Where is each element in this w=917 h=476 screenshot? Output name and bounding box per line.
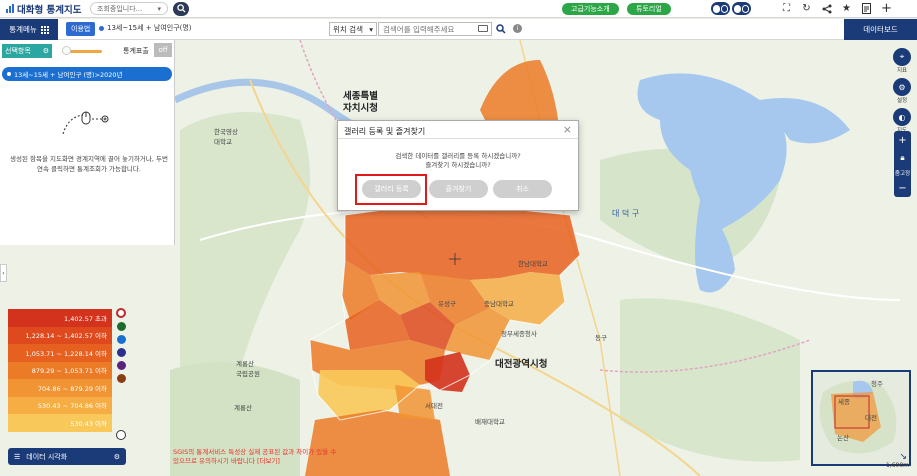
map-label-school1: 한국영상 대학교 [214, 128, 238, 146]
panel-collapse-handle[interactable]: › [0, 264, 7, 282]
bullet-icon [7, 72, 11, 76]
chevron-down-icon: ▾ [157, 4, 161, 13]
top-bar: 대화형 통계지도 조회중입니다... ▾ 고급기능소개 튜토리얼 ⛶ ↻ ★ + [0, 0, 917, 18]
map-search-button[interactable] [493, 22, 509, 36]
dialog-message: 검색한 데이터를 갤러리를 등록 하시겠습니까? 즐겨찾기 하시겠습니까? [395, 152, 521, 169]
chart-bars-icon [6, 4, 14, 13]
data-board-button[interactable]: 데이터보드 [844, 19, 917, 40]
disclaimer-text: SGIS의 통계서비스 특성상 실제 공표된 값과 차이가 있을 수 있으므로 … [173, 448, 337, 465]
map-pin-icon[interactable]: ⌖ [893, 48, 911, 66]
loading-dropdown[interactable]: 조회중입니다... ▾ [90, 2, 168, 15]
share-icon[interactable] [820, 2, 833, 15]
color-option[interactable] [116, 361, 126, 370]
map-label-school3: 한남대학교 [518, 260, 548, 268]
color-option[interactable] [116, 335, 126, 344]
panel-help-text: 생성된 항목을 지도화면 경계지역에 끌어 놓기하거나, 두번 연속 클릭하면 … [10, 155, 168, 173]
map-legend: 1,402.57 초과 1,228.14 ~ 1,402.57 이하 1,053… [8, 309, 112, 432]
selected-items-button[interactable]: 선택항목 ⚙ [2, 44, 52, 58]
map-label-donggu: 동구 [595, 334, 607, 342]
map-label-place3: 유성구 [438, 300, 456, 308]
map-search-input[interactable] [378, 22, 492, 36]
location-search-select[interactable]: 위치 검색 ▾ [329, 22, 377, 36]
color-option-selected[interactable] [116, 308, 126, 318]
list-icon: ☰ [14, 452, 21, 461]
stats-menu-button[interactable]: 통계메뉴 [0, 19, 58, 40]
map-label-place4: 서대전 [425, 402, 443, 410]
layer-view-toggle[interactable] [732, 2, 751, 15]
map-label-deokgu: 대 덕 구 [612, 209, 640, 218]
gear-icon[interactable]: ⚙ [114, 453, 120, 461]
grid-menu-icon [40, 25, 49, 34]
tutorial-button[interactable]: 튜토리얼 [627, 3, 671, 15]
map-label-sejong-2: 자치시청 [343, 103, 378, 114]
indicator-year-chip[interactable]: 13세~15세 + 남여인구 (명)>2020년 [2, 67, 172, 81]
app-logo[interactable]: 대화형 통계지도 [0, 2, 84, 16]
search-icon [496, 24, 506, 34]
legend-color-picker [115, 308, 127, 383]
highlight-outline [355, 174, 427, 205]
lock-icon[interactable]: 🔒︎ [900, 149, 904, 167]
current-indicator: 13세~15세 + 남여인구(명) [99, 23, 192, 33]
search-icon [176, 4, 186, 13]
refresh-icon[interactable]: ↻ [800, 2, 813, 15]
dialog-title: 갤러리 등록 및 즐겨찾기 [344, 127, 426, 136]
map-label-place2: 배재대학교 [475, 418, 505, 426]
plus-icon[interactable]: + [880, 1, 893, 16]
settings-icon[interactable]: ⚙ [893, 78, 911, 96]
legend-row[interactable]: 1,228.14 ~ 1,402.57 이하 [8, 326, 112, 344]
report-icon[interactable] [860, 2, 873, 15]
legend-row[interactable]: 1,402.57 초과 [8, 309, 112, 327]
chevron-down-icon: ▾ [369, 24, 373, 34]
advanced-features-button[interactable]: 고급기능소개 [562, 3, 619, 15]
minimap-svg [819, 380, 897, 454]
overview-minimap[interactable]: 청주 세종 대전 논산 ↘ [811, 370, 911, 466]
zoom-out-button[interactable]: − [898, 179, 906, 197]
legend-row[interactable]: 704.86 ~ 879.29 이하 [8, 379, 112, 397]
cancel-button[interactable]: 취소 [493, 180, 552, 198]
favorite-button[interactable]: 즐겨찾기 [429, 180, 488, 198]
legend-row[interactable]: 530.43 ~ 704.86 이하 [8, 396, 112, 414]
map-label-daejeon: 대전광역시청 [495, 359, 548, 370]
right-tool-column: ⌖ 지표 ⚙ 설정 ◐ 지도 [892, 48, 912, 138]
bookmark-star-icon[interactable]: ★ [840, 2, 853, 15]
data-visualization-button[interactable]: ☰ 데이터 시각화 ⚙ [8, 448, 126, 465]
map-type-icon[interactable]: ◐ [893, 108, 911, 126]
indicator-dot-icon [99, 25, 104, 31]
sub-toolbar: 통계메뉴 이용법 13세~15세 + 남여인구(명) 위치 검색 ▾ i 데이터… [0, 19, 917, 40]
info-icon[interactable]: i [513, 24, 522, 33]
legend-reset-icon[interactable] [116, 430, 126, 440]
legend-row[interactable]: 1,053.71 ~ 1,228.14 이하 [8, 344, 112, 362]
map-label-place1: 정부세종청사 [501, 330, 537, 338]
zoom-controls: + 🔒︎ 줌고정 − [894, 131, 911, 197]
view-toggles [711, 2, 751, 15]
mouse-drag-illustration-icon [62, 111, 109, 135]
keyboard-icon[interactable] [478, 25, 488, 32]
legend-row[interactable]: 879.29 ~ 1,053.71 이하 [8, 361, 112, 379]
stats-display-toggle[interactable]: off [154, 43, 172, 57]
legend-row[interactable]: 530.43 이하 [8, 414, 112, 432]
map-label-school2: 충남대학교 [484, 300, 514, 308]
map-label-park2: 계룡산 [234, 404, 252, 412]
fullscreen-icon[interactable]: ⛶ [780, 2, 793, 15]
app-title: 대화형 통계지도 [17, 4, 82, 16]
map-label-park: 계룡산 국립공원 [236, 360, 260, 378]
stats-display-label: 통계표출 [123, 47, 149, 55]
usage-guide-button[interactable]: 이용법 [66, 22, 96, 36]
close-icon[interactable]: × [563, 123, 572, 136]
opacity-slider-handle[interactable] [62, 46, 71, 55]
color-option[interactable] [116, 322, 126, 331]
expand-arrow-icon[interactable]: ↘ [899, 452, 907, 462]
dialog-divider [338, 138, 578, 139]
left-panel: 선택항목 ⚙ 통계표출 off 13세~15세 + 남여인구 (명)>2020년… [0, 40, 175, 245]
color-option[interactable] [116, 374, 126, 383]
map-view-toggle[interactable] [711, 2, 730, 15]
color-option[interactable] [116, 348, 126, 357]
zoom-in-button[interactable]: + [898, 131, 906, 149]
top-search-button[interactable] [173, 1, 189, 16]
top-icon-group: ⛶ ↻ ★ + [780, 1, 893, 16]
map-scale: 1,600m [886, 462, 910, 469]
gear-icon: ⚙ [42, 47, 49, 55]
